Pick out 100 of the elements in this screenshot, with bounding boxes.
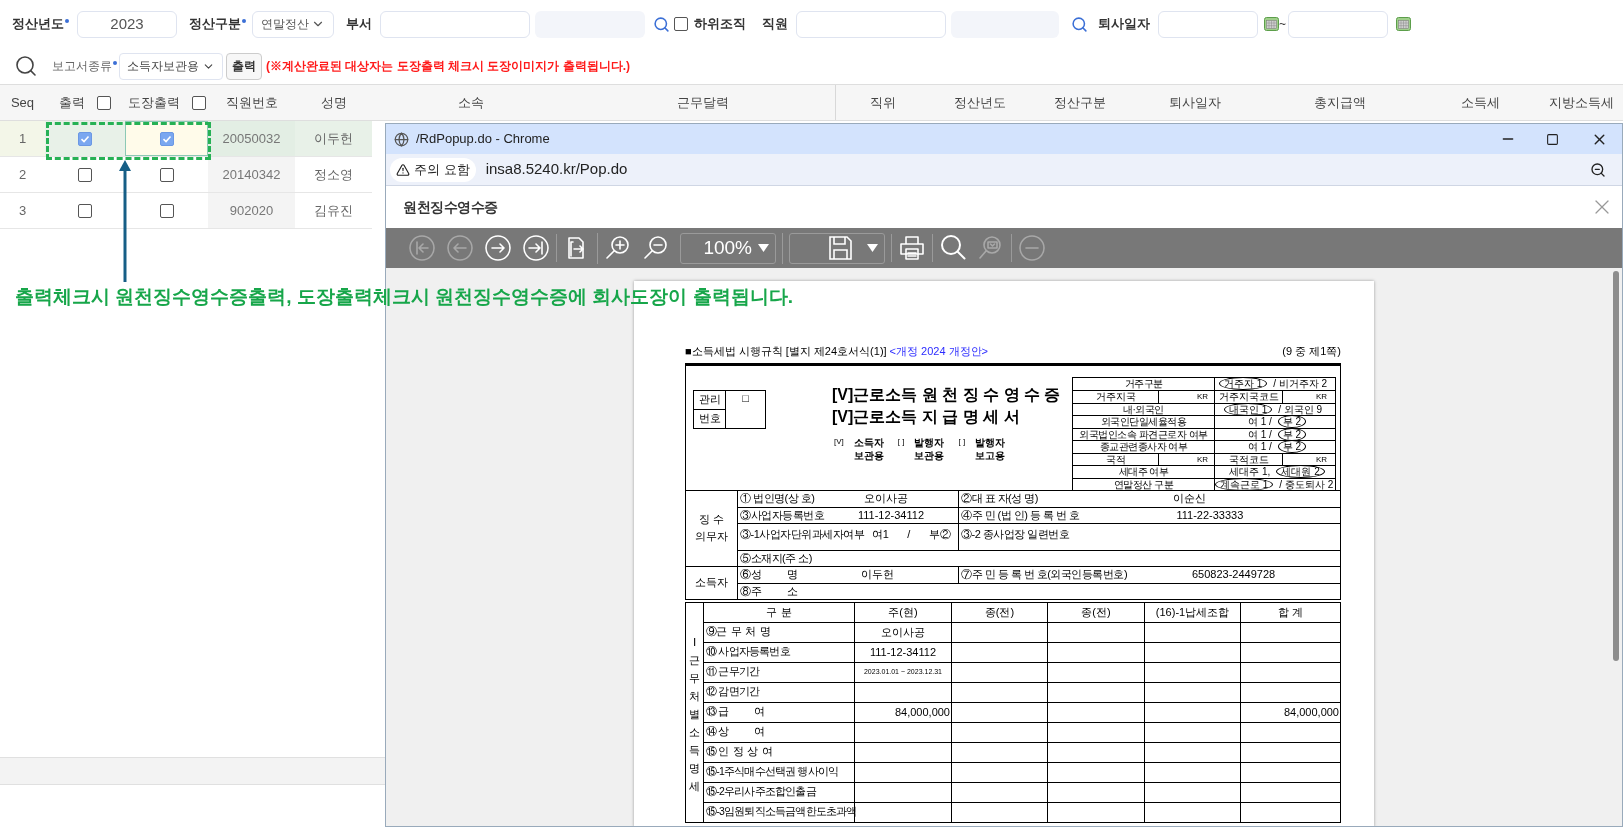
- table-cell-text: 김유진: [314, 201, 353, 220]
- scrollbar[interactable]: [1613, 271, 1619, 661]
- choice-option: 세대주 1,: [1225, 466, 1275, 478]
- column-header: 성명: [320, 93, 347, 112]
- checkbox[interactable]: [191, 95, 206, 110]
- table-row[interactable]: 1 20050032 이두헌: [0, 121, 372, 157]
- zoom-out-icon[interactable]: [1590, 161, 1606, 178]
- table-row[interactable]: 3 902020 김유진: [0, 193, 372, 229]
- form-label: ⑫ 감면기간: [705, 684, 761, 700]
- settlement-type-select[interactable]: 연말정산: [252, 10, 334, 38]
- form-value: 111-12-34112: [869, 644, 937, 660]
- column-header: (16)-1납세조합: [1144, 602, 1240, 622]
- form-label: ⑪ 근무기간: [705, 664, 761, 680]
- caret-icon: [758, 244, 769, 252]
- form-label: 국적코드: [1215, 453, 1283, 465]
- form-label: ⑮-1주식매수선택권 행사이익: [705, 764, 840, 780]
- page-title: 원천징수영수증: [403, 197, 498, 217]
- checkbox[interactable]: [159, 167, 174, 182]
- column-header: 주(현): [854, 602, 951, 622]
- form-label: ③사업자등록번호: [739, 507, 824, 523]
- column-header: 도장출력: [127, 93, 180, 112]
- form-label: ④주 민 (법 인) 등 록 번 호: [960, 507, 1080, 523]
- checkbox[interactable]: [78, 203, 92, 218]
- table-row[interactable]: 2 20140342 정소영: [0, 157, 372, 193]
- column-header: 합 계: [1240, 602, 1340, 622]
- search-icon[interactable]: [653, 15, 670, 33]
- form-label: 외국인단일세율적용: [1073, 416, 1215, 428]
- checkbox[interactable]: [97, 95, 111, 110]
- date-field[interactable]: [1288, 10, 1388, 38]
- department-field[interactable]: [380, 10, 530, 38]
- form-value: KR: [1314, 453, 1328, 465]
- form-value: 84,000,000: [1283, 704, 1339, 720]
- security-warning-chip[interactable]: 주의 요함: [390, 157, 476, 182]
- form-value: KR: [1314, 391, 1328, 403]
- maximize-icon[interactable]: [1546, 132, 1559, 146]
- copy-marker: [V]: [834, 435, 844, 448]
- form-value: KR: [1159, 391, 1215, 403]
- table-cell-text: 2: [18, 165, 27, 184]
- choice-option: 여 1 /: [1243, 416, 1276, 428]
- form-value: 111-12-34112: [856, 507, 926, 523]
- field-label: 하위조직: [694, 15, 746, 34]
- form-value: 111-22-33333: [1175, 507, 1245, 523]
- form-label: 외국법인소속 파견근로자 여부: [1073, 428, 1215, 440]
- date-field[interactable]: [1158, 10, 1258, 38]
- form-label: ⑤소재지(주 소): [739, 550, 812, 566]
- search-icon[interactable]: [939, 234, 967, 262]
- print-button[interactable]: 출력: [226, 52, 262, 80]
- form-value: 오이사공: [881, 624, 925, 640]
- field-label: 보고서종류: [52, 58, 112, 75]
- form-value: 84,000,000: [894, 704, 950, 720]
- year-field[interactable]: 2023: [77, 10, 177, 38]
- copy-marker: [ ]: [958, 435, 966, 448]
- form-label: ① 법인명(상 호): [739, 491, 815, 507]
- form-value: 여1 / 부②: [870, 526, 952, 542]
- field-label: 부서: [346, 15, 372, 34]
- column-header: 종(전): [1047, 602, 1144, 622]
- form-value: 이두헌: [860, 567, 896, 583]
- report-type-select[interactable]: 소득자보관용: [119, 52, 223, 80]
- last-page-icon[interactable]: [522, 234, 550, 262]
- search-icon[interactable]: [1071, 15, 1088, 33]
- save-select[interactable]: [789, 232, 885, 264]
- form-label: ③-1사업자단위과세자여부: [739, 526, 865, 542]
- zoom-in-icon[interactable]: [604, 234, 632, 262]
- form-label: ③-2 종사업장 일련번호: [960, 526, 1070, 542]
- copy-label: 보관용: [853, 448, 884, 462]
- checkbox[interactable]: [674, 17, 688, 31]
- field-label: 정산구분: [189, 15, 241, 34]
- employee-field[interactable]: [796, 10, 946, 38]
- column-header: 종(전): [951, 602, 1047, 622]
- checkbox[interactable]: [159, 131, 174, 146]
- form-label: 관리: [694, 390, 725, 410]
- form-label: 종교관련종사자 여부: [1073, 441, 1215, 453]
- copy-label: 보관용: [914, 448, 945, 462]
- checkbox[interactable]: [159, 203, 174, 218]
- page-info: (9 중 제1쪽): [1282, 344, 1341, 359]
- search-icon[interactable]: [14, 54, 38, 78]
- caret-icon: [867, 244, 878, 252]
- checkbox[interactable]: [78, 131, 92, 146]
- form-label: ⑩ 사업자등록번호: [705, 644, 791, 660]
- form-label: ⑥성 명: [739, 567, 798, 583]
- address-field[interactable]: insa8.5240.kr/Pop.do: [485, 158, 628, 181]
- notice-text: (※계산완료된 대상자는 도장출력 체크시 도장이미지가 출력됩니다.): [266, 58, 630, 75]
- revision-link[interactable]: <개정 2024 개정안>: [889, 343, 989, 360]
- choice-option: 여 1 /: [1243, 428, 1276, 440]
- field-label: 퇴사일자: [1098, 15, 1150, 34]
- print-icon[interactable]: [898, 234, 926, 262]
- section-label: 징 수: [698, 512, 725, 527]
- column-header: 정산구분: [1054, 93, 1106, 112]
- choice-option: 여 1 /: [1243, 441, 1276, 453]
- form-label: 세대주 여부: [1073, 466, 1215, 478]
- range-separator: ~: [1279, 16, 1286, 33]
- form-heading: [V]근로소득 지 급 명 세 서: [832, 406, 1021, 427]
- table-cell-text: 20140342: [222, 165, 281, 184]
- table-cell-text: 1: [18, 129, 27, 148]
- column-header: Seq: [10, 93, 35, 112]
- checkbox[interactable]: [78, 167, 92, 182]
- next-page-icon[interactable]: [484, 234, 512, 262]
- window-title: /RdPopup.do - Chrome: [416, 130, 550, 149]
- checkmark-icon: [161, 133, 172, 144]
- zoom-select[interactable]: 100%: [680, 232, 776, 264]
